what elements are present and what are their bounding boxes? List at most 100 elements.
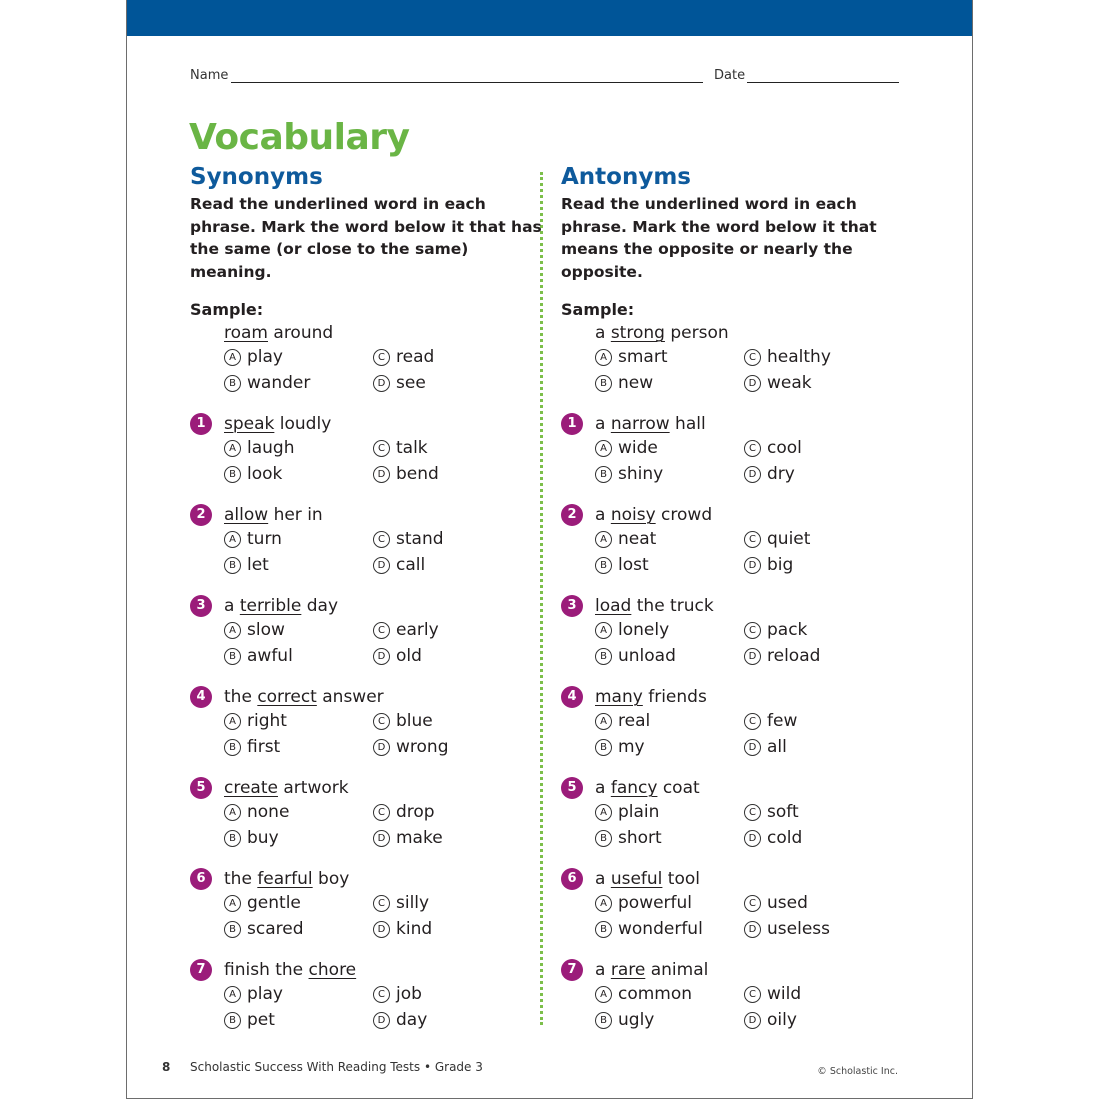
answer-option-b[interactable]: Bunload bbox=[595, 644, 744, 670]
answer-bubble-d-icon[interactable]: D bbox=[373, 647, 390, 665]
answer-bubble-b-icon[interactable]: B bbox=[595, 829, 612, 847]
answer-bubble-d-icon[interactable]: D bbox=[744, 647, 761, 665]
answer-bubble-b-icon[interactable]: B bbox=[224, 920, 241, 938]
answer-bubble-c-icon[interactable]: C bbox=[744, 895, 761, 913]
answer-bubble-d-icon[interactable]: D bbox=[373, 920, 390, 938]
answer-option-a[interactable]: Awide bbox=[595, 436, 744, 462]
answer-bubble-c-icon[interactable]: C bbox=[744, 713, 761, 731]
answer-option-a[interactable]: Asmart bbox=[595, 345, 744, 371]
answer-option-b[interactable]: Blook bbox=[224, 462, 373, 488]
answer-bubble-a-icon[interactable]: A bbox=[595, 531, 612, 549]
answer-bubble-d-icon[interactable]: D bbox=[373, 1011, 390, 1029]
answer-option-d[interactable]: Dbig bbox=[744, 553, 894, 579]
answer-option-a[interactable]: Aturn bbox=[224, 527, 373, 553]
answer-option-b[interactable]: Bshort bbox=[595, 826, 744, 852]
answer-bubble-a-icon[interactable]: A bbox=[224, 895, 241, 913]
answer-bubble-b-icon[interactable]: B bbox=[224, 738, 241, 756]
date-field[interactable] bbox=[747, 82, 899, 83]
answer-option-b[interactable]: Bpet bbox=[224, 1008, 373, 1034]
answer-bubble-c-icon[interactable]: C bbox=[373, 531, 390, 549]
answer-bubble-d-icon[interactable]: D bbox=[744, 1011, 761, 1029]
answer-option-a[interactable]: Agentle bbox=[224, 891, 373, 917]
answer-option-c[interactable]: Ctalk bbox=[373, 436, 523, 462]
answer-option-c[interactable]: Cquiet bbox=[744, 527, 894, 553]
answer-option-d[interactable]: Dsee bbox=[373, 371, 523, 397]
answer-bubble-d-icon[interactable]: D bbox=[744, 738, 761, 756]
answer-bubble-a-icon[interactable]: A bbox=[595, 622, 612, 640]
answer-bubble-d-icon[interactable]: D bbox=[373, 738, 390, 756]
answer-bubble-a-icon[interactable]: A bbox=[595, 713, 612, 731]
answer-option-c[interactable]: Cjob bbox=[373, 982, 523, 1008]
answer-bubble-b-icon[interactable]: B bbox=[595, 374, 612, 392]
answer-option-d[interactable]: Dreload bbox=[744, 644, 894, 670]
answer-bubble-c-icon[interactable]: C bbox=[744, 349, 761, 367]
answer-option-d[interactable]: Dcall bbox=[373, 553, 523, 579]
answer-option-c[interactable]: Chealthy bbox=[744, 345, 894, 371]
answer-option-c[interactable]: Cfew bbox=[744, 709, 894, 735]
answer-bubble-a-icon[interactable]: A bbox=[595, 804, 612, 822]
answer-bubble-c-icon[interactable]: C bbox=[373, 895, 390, 913]
answer-option-c[interactable]: Cstand bbox=[373, 527, 523, 553]
answer-bubble-c-icon[interactable]: C bbox=[373, 440, 390, 458]
answer-bubble-d-icon[interactable]: D bbox=[373, 374, 390, 392]
answer-bubble-b-icon[interactable]: B bbox=[595, 920, 612, 938]
answer-bubble-b-icon[interactable]: B bbox=[595, 1011, 612, 1029]
answer-option-d[interactable]: Dbend bbox=[373, 462, 523, 488]
answer-option-d[interactable]: Dall bbox=[744, 735, 894, 761]
answer-option-b[interactable]: Bawful bbox=[224, 644, 373, 670]
answer-option-a[interactable]: Aplain bbox=[595, 800, 744, 826]
answer-option-c[interactable]: Cearly bbox=[373, 618, 523, 644]
answer-bubble-a-icon[interactable]: A bbox=[224, 440, 241, 458]
answer-option-d[interactable]: Dkind bbox=[373, 917, 523, 943]
answer-bubble-a-icon[interactable]: A bbox=[224, 622, 241, 640]
answer-bubble-b-icon[interactable]: B bbox=[224, 465, 241, 483]
answer-option-b[interactable]: Bnew bbox=[595, 371, 744, 397]
answer-option-a[interactable]: Aplay bbox=[224, 345, 373, 371]
answer-option-b[interactable]: Blet bbox=[224, 553, 373, 579]
answer-option-c[interactable]: Cpack bbox=[744, 618, 894, 644]
answer-bubble-a-icon[interactable]: A bbox=[224, 986, 241, 1004]
answer-bubble-c-icon[interactable]: C bbox=[744, 622, 761, 640]
answer-option-b[interactable]: Bbuy bbox=[224, 826, 373, 852]
answer-bubble-a-icon[interactable]: A bbox=[224, 531, 241, 549]
answer-option-d[interactable]: Doily bbox=[744, 1008, 894, 1034]
answer-option-d[interactable]: Dmake bbox=[373, 826, 523, 852]
answer-bubble-a-icon[interactable]: A bbox=[595, 986, 612, 1004]
answer-bubble-b-icon[interactable]: B bbox=[224, 1011, 241, 1029]
answer-option-c[interactable]: Csoft bbox=[744, 800, 894, 826]
answer-option-b[interactable]: Bugly bbox=[595, 1008, 744, 1034]
answer-option-a[interactable]: Acommon bbox=[595, 982, 744, 1008]
answer-bubble-a-icon[interactable]: A bbox=[595, 895, 612, 913]
answer-option-a[interactable]: Alaugh bbox=[224, 436, 373, 462]
answer-bubble-c-icon[interactable]: C bbox=[373, 986, 390, 1004]
answer-bubble-b-icon[interactable]: B bbox=[224, 374, 241, 392]
answer-bubble-d-icon[interactable]: D bbox=[373, 465, 390, 483]
answer-option-c[interactable]: Cused bbox=[744, 891, 894, 917]
answer-bubble-d-icon[interactable]: D bbox=[373, 829, 390, 847]
answer-option-a[interactable]: Apowerful bbox=[595, 891, 744, 917]
answer-option-d[interactable]: Dweak bbox=[744, 371, 894, 397]
answer-bubble-c-icon[interactable]: C bbox=[373, 713, 390, 731]
name-field[interactable] bbox=[231, 82, 703, 83]
answer-bubble-c-icon[interactable]: C bbox=[373, 349, 390, 367]
answer-option-b[interactable]: Bmy bbox=[595, 735, 744, 761]
answer-option-d[interactable]: Dwrong bbox=[373, 735, 523, 761]
answer-bubble-a-icon[interactable]: A bbox=[224, 804, 241, 822]
answer-bubble-b-icon[interactable]: B bbox=[595, 465, 612, 483]
answer-bubble-a-icon[interactable]: A bbox=[224, 713, 241, 731]
answer-option-b[interactable]: Bscared bbox=[224, 917, 373, 943]
answer-option-c[interactable]: Cblue bbox=[373, 709, 523, 735]
answer-bubble-c-icon[interactable]: C bbox=[373, 622, 390, 640]
answer-option-b[interactable]: Bwander bbox=[224, 371, 373, 397]
answer-option-c[interactable]: Cwild bbox=[744, 982, 894, 1008]
answer-option-a[interactable]: Alonely bbox=[595, 618, 744, 644]
answer-bubble-a-icon[interactable]: A bbox=[224, 349, 241, 367]
answer-bubble-c-icon[interactable]: C bbox=[744, 986, 761, 1004]
answer-bubble-c-icon[interactable]: C bbox=[744, 531, 761, 549]
answer-bubble-d-icon[interactable]: D bbox=[744, 465, 761, 483]
answer-bubble-d-icon[interactable]: D bbox=[744, 556, 761, 574]
answer-option-a[interactable]: Aplay bbox=[224, 982, 373, 1008]
answer-bubble-d-icon[interactable]: D bbox=[373, 556, 390, 574]
answer-option-c[interactable]: Cread bbox=[373, 345, 523, 371]
answer-option-d[interactable]: Dold bbox=[373, 644, 523, 670]
